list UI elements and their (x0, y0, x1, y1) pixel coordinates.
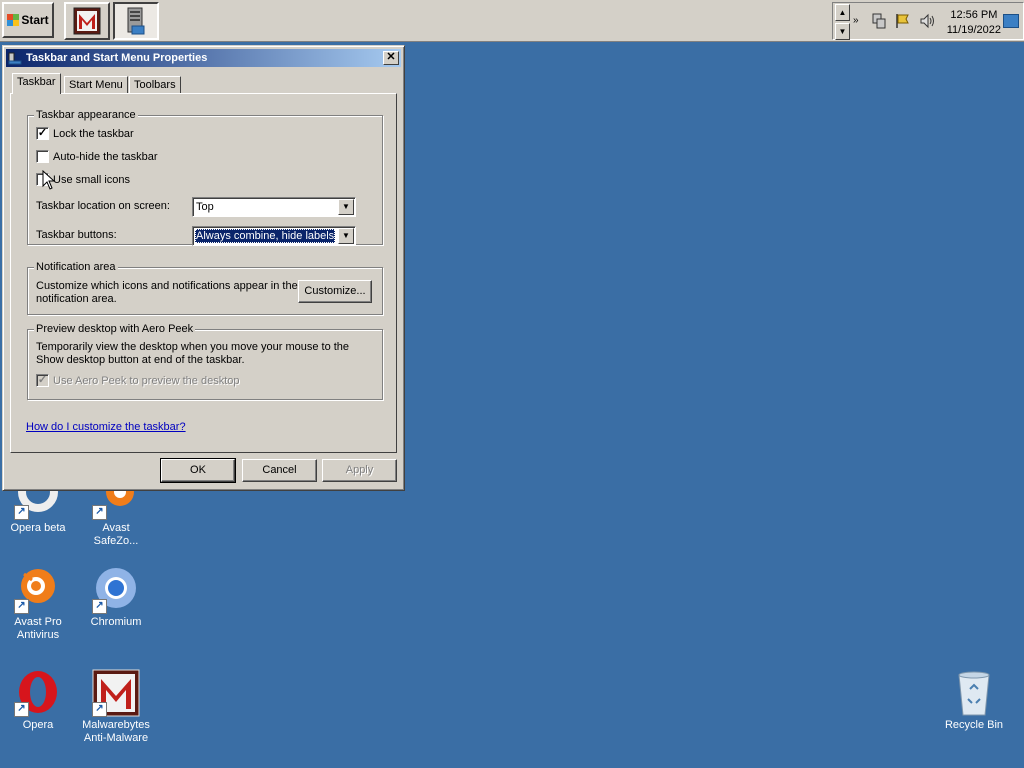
group-title: Notification area (34, 261, 118, 273)
clock-date: 11/19/2022 (946, 24, 1001, 36)
action-center-flag-icon[interactable] (895, 13, 911, 29)
desktop-icon-label: Opera (22, 719, 54, 731)
recycle-bin-icon (958, 671, 990, 716)
windows-logo-icon (7, 14, 20, 26)
shortcut-arrow-icon: ↗ (14, 505, 29, 520)
group-title: Preview desktop with Aero Peek (34, 323, 196, 335)
desktop-icon-label: Avast SafeZo... (93, 522, 139, 547)
network-icon[interactable] (871, 13, 887, 29)
apply-button[interactable]: Apply (322, 459, 397, 482)
chevron-down-icon[interactable]: ▼ (338, 228, 354, 244)
help-link[interactable]: How do I customize the taskbar? (26, 421, 186, 433)
clock[interactable]: 12:56 PM 11/19/2022 (947, 8, 1001, 38)
chevron-icon[interactable]: » (853, 15, 859, 26)
start-label: Start (21, 13, 49, 27)
show-desktop-button[interactable] (1003, 14, 1019, 28)
location-label: Taskbar location on screen: (36, 200, 170, 212)
location-value: Top (196, 201, 214, 213)
desktop-icon-label: Malwarebytes Anti-Malware (82, 719, 150, 744)
taskbar-properties-icon (8, 52, 22, 65)
lock-taskbar-checkbox[interactable]: ✓ (36, 127, 49, 140)
group-title: Taskbar appearance (34, 109, 138, 121)
buttons-label: Taskbar buttons: (36, 229, 117, 241)
shortcut-arrow-icon: ↗ (92, 505, 107, 520)
aero-peek-label: Use Aero Peek to preview the desktop (53, 375, 240, 387)
shortcut-arrow-icon: ↗ (14, 702, 29, 717)
tab-taskbar[interactable]: Taskbar (12, 73, 61, 94)
ok-button[interactable]: OK (160, 458, 236, 483)
location-dropdown[interactable]: Top ▼ (192, 197, 356, 217)
scroll-up-button[interactable]: ▲ (835, 4, 850, 21)
shortcut-arrow-icon: ↗ (92, 702, 107, 717)
tab-toolbars[interactable]: Toolbars (129, 76, 181, 94)
desktop-icon-malwarebytes[interactable]: ↗ Malwarebytes Anti-Malware (78, 669, 154, 745)
mouse-cursor-icon (42, 170, 56, 190)
desktop-icon-label: Recycle Bin (944, 719, 1004, 731)
autohide-label: Auto-hide the taskbar (53, 151, 158, 163)
clock-time: 12:56 PM (950, 9, 998, 21)
volume-icon[interactable] (919, 13, 937, 29)
desktop-icon-opera[interactable]: ↗ Opera (0, 669, 76, 732)
aero-peek-checkbox[interactable]: ✓ (36, 374, 49, 387)
desktop-icon-label: Avast Pro Antivirus (14, 616, 62, 641)
dialog-titlebar[interactable]: Taskbar and Start Menu Properties ✕ (6, 49, 401, 67)
taskbar-buttons-dropdown[interactable]: Always combine, hide labels ▼ (192, 226, 356, 246)
shortcut-arrow-icon: ↗ (14, 599, 29, 614)
taskbar-scroll: ▲ ▼ (835, 4, 850, 40)
dialog-title: Taskbar and Start Menu Properties (26, 52, 208, 64)
notification-description: Customize which icons and notifications … (36, 280, 298, 305)
close-button[interactable]: ✕ (383, 51, 399, 65)
small-icons-label: Use small icons (53, 174, 131, 186)
autohide-checkbox[interactable] (36, 150, 49, 163)
notification-tray: ▲ ▼ » 12:56 PM 11/19/2022 (832, 2, 1024, 40)
taskbar-properties-dialog: Taskbar and Start Menu Properties ✕ Task… (2, 45, 405, 491)
start-button[interactable]: Start (2, 2, 54, 38)
malwarebytes-icon (73, 7, 101, 35)
aero-peek-description: Temporarily view the desktop when you mo… (36, 341, 350, 366)
lock-taskbar-label: Lock the taskbar (53, 128, 134, 140)
taskbar: Start ▲ ▼ » 12:56 PM 11/19/2022 (0, 0, 1024, 42)
desktop-icon-label: Opera beta (10, 522, 66, 534)
cancel-button[interactable]: Cancel (242, 459, 317, 482)
taskbar-buttons-value: Always combine, hide labels (195, 229, 336, 243)
group-aero-peek: Preview desktop with Aero Peek Temporari… (27, 323, 383, 400)
desktop-icon-recycle-bin[interactable]: Recycle Bin (936, 669, 1012, 732)
customize-button[interactable]: Customize... (298, 280, 372, 303)
tab-start-menu[interactable]: Start Menu (64, 76, 128, 94)
desktop-icon-avast-pro[interactable]: ↗ Avast Pro Antivirus (0, 566, 76, 642)
taskbar-button-malwarebytes[interactable] (64, 2, 110, 40)
group-notification-area: Notification area Customize which icons … (27, 261, 383, 315)
chevron-down-icon[interactable]: ▼ (338, 199, 354, 215)
group-taskbar-appearance: Taskbar appearance ✓ Lock the taskbar Au… (27, 109, 383, 246)
computer-management-icon (127, 7, 145, 35)
desktop-icon-label: Chromium (90, 616, 142, 628)
taskbar-button-computer-management[interactable] (113, 2, 159, 40)
tab-panel-taskbar: Taskbar appearance ✓ Lock the taskbar Au… (10, 93, 397, 453)
desktop-icon-chromium[interactable]: ↗ Chromium (78, 566, 154, 629)
shortcut-arrow-icon: ↗ (92, 599, 107, 614)
scroll-down-button[interactable]: ▼ (835, 23, 850, 40)
